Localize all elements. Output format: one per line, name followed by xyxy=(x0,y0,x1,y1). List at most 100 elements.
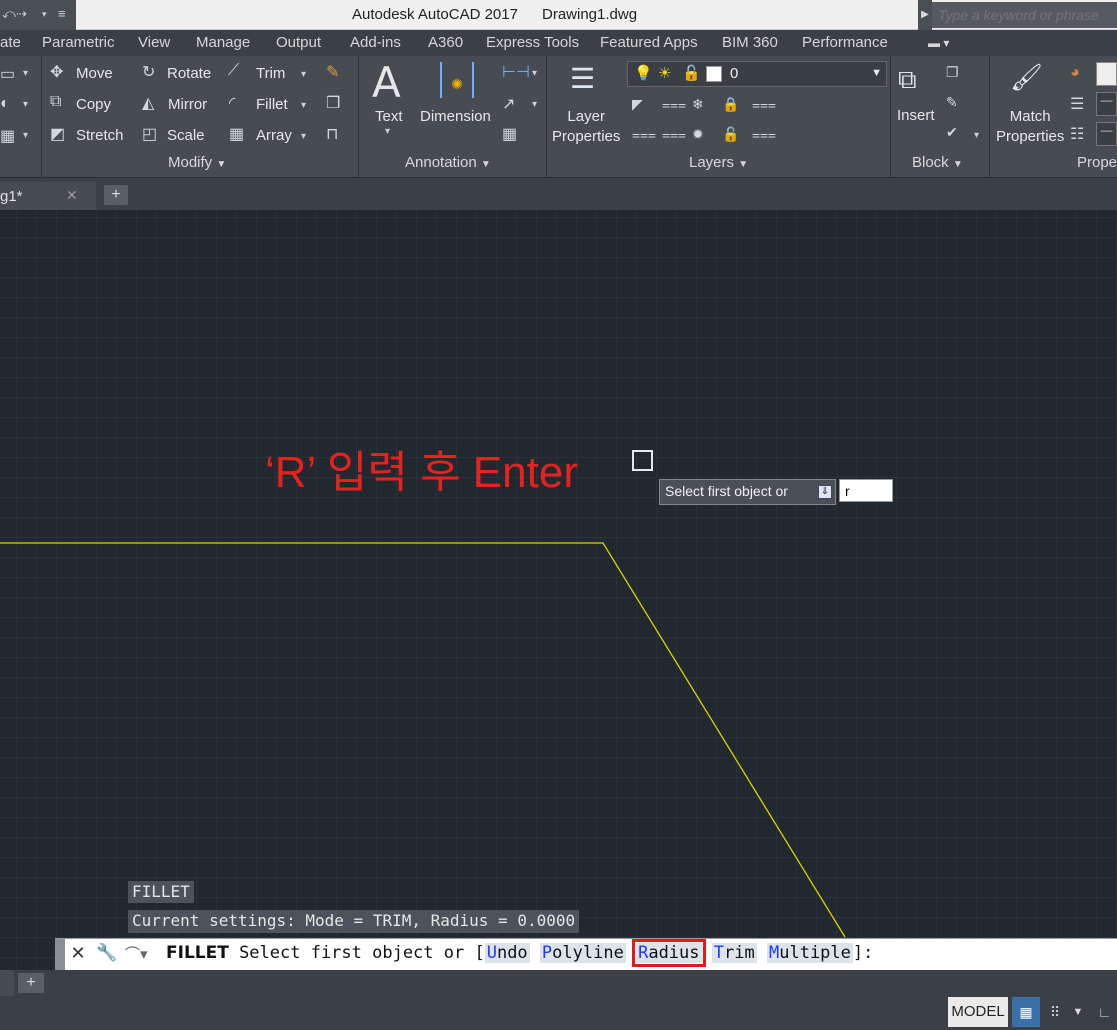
ortho-icon[interactable]: ∟ xyxy=(1092,997,1117,1027)
options-down-arrow-icon[interactable]: ⇓ xyxy=(818,485,832,499)
option-undo[interactable]: Undo xyxy=(484,943,530,963)
drawing-canvas[interactable] xyxy=(0,210,1117,970)
dropdown-arrow-icon[interactable]: ▾ xyxy=(974,130,979,141)
command-line[interactable]: ✕ 🔧 ⌒▾ FILLET Select first object or [Un… xyxy=(55,938,1117,971)
fillet-dropdown-icon[interactable]: ▾ xyxy=(301,100,306,111)
explode-icon[interactable]: ❒ xyxy=(326,93,340,113)
tab-parametric[interactable]: Parametric xyxy=(42,34,115,51)
dimension-button[interactable]: Dimension xyxy=(420,108,491,125)
close-icon[interactable]: ✕ xyxy=(66,187,78,204)
new-tab-button[interactable]: + xyxy=(104,185,128,205)
workspace-toggle-icon[interactable]: ▬ ▾ xyxy=(928,36,949,50)
match-properties-button[interactable]: Match Properties xyxy=(996,107,1064,147)
redo-dropdown-icon[interactable]: ▾ xyxy=(42,9,47,20)
search-input[interactable] xyxy=(932,2,1117,28)
leader-icon[interactable]: ↗ xyxy=(502,94,515,114)
new-layout-button[interactable]: + xyxy=(18,973,44,993)
layer-tool-icon[interactable]: ❄ xyxy=(692,96,704,113)
layer-tool-icon[interactable]: ◤ xyxy=(632,96,643,113)
drag-handle[interactable] xyxy=(55,939,65,971)
text-button[interactable]: Text xyxy=(375,108,403,125)
customize-toolbar-icon[interactable]: ≡ xyxy=(58,6,66,21)
offset-icon[interactable]: ⊓ xyxy=(326,124,338,144)
dynamic-input-field[interactable] xyxy=(839,479,893,502)
tab-add-ins[interactable]: Add-ins xyxy=(350,34,401,51)
move-button[interactable]: Move xyxy=(76,65,113,82)
tab-output[interactable]: Output xyxy=(276,34,321,51)
layer-tool-icon[interactable]: ✹ xyxy=(692,126,704,143)
fillet-button[interactable]: Fillet xyxy=(256,96,288,113)
stretch-button[interactable]: Stretch xyxy=(76,127,124,144)
trim-dropdown-icon[interactable]: ▾ xyxy=(301,69,306,80)
wrench-icon[interactable]: 🔧 xyxy=(95,943,119,967)
recent-commands-icon[interactable]: ⌒▾ xyxy=(125,943,161,967)
properties-panel-title[interactable]: Prope xyxy=(1077,154,1117,178)
trim-button[interactable]: Trim xyxy=(256,65,285,82)
layer-tool-icon[interactable]: 🔓 xyxy=(722,126,739,143)
create-block-icon[interactable]: ❐ xyxy=(946,64,959,81)
tab-express-tools[interactable]: Express Tools xyxy=(486,34,579,51)
layer-tool-icon[interactable]: ⩶ xyxy=(662,96,686,113)
linetype-icon[interactable]: ☷ xyxy=(1070,124,1084,144)
mirror-button[interactable]: Mirror xyxy=(168,96,207,113)
draw-tool-icon[interactable]: ▦ xyxy=(0,126,15,146)
table-icon[interactable]: ▦ xyxy=(502,124,517,144)
tab-performance[interactable]: Performance xyxy=(802,34,888,51)
option-polyline[interactable]: Polyline xyxy=(539,943,626,963)
tab-featured-apps[interactable]: Featured Apps xyxy=(600,34,698,51)
dropdown-arrow-icon[interactable]: ▾ xyxy=(23,130,28,141)
linear-dimension-icon[interactable]: ⊢⊣ xyxy=(502,62,530,82)
rotate-button[interactable]: Rotate xyxy=(167,65,211,82)
layout-tab[interactable] xyxy=(0,970,14,996)
annotation-panel-title[interactable]: Annotation ▼ xyxy=(405,154,491,178)
edit-attributes-icon[interactable]: ✔ xyxy=(946,124,958,141)
scale-button[interactable]: Scale xyxy=(167,127,205,144)
draw-tool-icon[interactable]: ▭ xyxy=(0,64,15,84)
close-icon[interactable]: ✕ xyxy=(67,943,89,967)
document-tab[interactable]: g1* ✕ xyxy=(0,182,96,210)
redo-icon[interactable]: ⇢ xyxy=(16,6,27,22)
layer-tool-icon[interactable]: ⩶ xyxy=(752,126,776,143)
tab-view[interactable]: View xyxy=(138,34,170,51)
draw-tool-icon[interactable]: ◐ xyxy=(0,95,10,113)
layer-tool-icon[interactable]: 🔒 xyxy=(722,96,739,113)
layer-tool-icon[interactable]: ⩶ xyxy=(632,126,656,143)
insert-button[interactable]: Insert xyxy=(897,107,935,124)
copy-button[interactable]: Copy xyxy=(76,96,111,113)
option-trim[interactable]: Trim xyxy=(711,943,757,963)
search-expand-icon[interactable]: ▶ xyxy=(918,0,932,30)
layer-tool-icon[interactable]: ⩶ xyxy=(752,96,776,113)
edit-block-icon[interactable]: ✎ xyxy=(946,94,958,111)
block-panel-title[interactable]: Block ▼ xyxy=(912,154,963,178)
tab-bim-360[interactable]: BIM 360 xyxy=(722,34,778,51)
dropdown-arrow-icon[interactable]: ▾ xyxy=(532,68,537,79)
layer-properties-button[interactable]: Layer Properties xyxy=(552,107,620,147)
tab-annotate[interactable]: ate xyxy=(0,34,21,51)
tab-a360[interactable]: A360 xyxy=(428,34,463,51)
layer-tool-icon[interactable]: ⩶ xyxy=(662,126,686,143)
model-space-button[interactable]: MODEL xyxy=(948,997,1008,1027)
text-dropdown-icon[interactable]: ▾ xyxy=(385,126,390,137)
grid-icon[interactable]: ▦ xyxy=(1012,997,1040,1027)
lineweight-dropdown[interactable]: — xyxy=(1096,92,1117,116)
chevron-down-icon[interactable]: ▼ xyxy=(1068,997,1088,1027)
layers-panel-title[interactable]: Layers ▼ xyxy=(689,154,748,178)
linetype-dropdown[interactable]: — xyxy=(1096,122,1117,146)
polyline-drawing[interactable] xyxy=(0,210,1117,970)
snap-icon[interactable]: ⠿ xyxy=(1042,997,1068,1027)
undo-icon[interactable]: ⤺ xyxy=(2,6,16,22)
color-dropdown[interactable] xyxy=(1096,62,1117,86)
lineweight-icon[interactable]: ☰ xyxy=(1070,94,1084,114)
dropdown-arrow-icon[interactable]: ▾ xyxy=(23,68,28,79)
polyline[interactable] xyxy=(0,542,846,938)
array-dropdown-icon[interactable]: ▾ xyxy=(301,131,306,142)
dropdown-arrow-icon[interactable]: ▾ xyxy=(23,99,28,110)
layer-dropdown[interactable]: 💡 ☀ 🔓 0 ▼ xyxy=(627,61,887,87)
erase-icon[interactable]: ✎ xyxy=(326,62,339,82)
option-multiple[interactable]: Multiple xyxy=(766,943,853,963)
tab-manage[interactable]: Manage xyxy=(196,34,250,51)
dropdown-arrow-icon[interactable]: ▾ xyxy=(532,99,537,110)
color-wheel-icon[interactable]: ◕ xyxy=(1070,64,1080,82)
array-button[interactable]: Array xyxy=(256,127,292,144)
option-radius[interactable]: Radius xyxy=(632,939,706,967)
